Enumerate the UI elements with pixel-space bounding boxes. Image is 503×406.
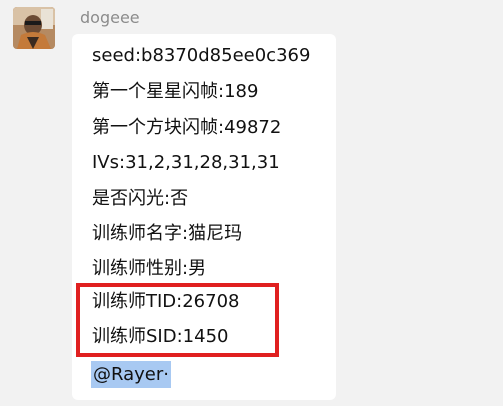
message-line-ivs: IVs:31,2,31,28,31,31 [92,152,280,173]
message-line-square-frame: 第一个方块闪帧:49872 [92,117,282,138]
highlight-annotation-box [76,283,279,357]
message-line-seed: seed:b8370d85ee0c369 [92,45,311,66]
message-line-star-frame: 第一个星星闪帧:189 [92,81,259,102]
avatar-photo-icon [13,7,55,49]
mention-link[interactable]: @Rayer· [91,361,171,388]
message-line-shiny: 是否闪光:否 [92,188,189,209]
avatar[interactable] [13,7,55,49]
message-line-trainer-gender: 训练师性别:男 [92,258,207,279]
message-line-trainer-name: 训练师名字:猫尼玛 [92,223,243,244]
sender-name: dogeee [80,8,140,27]
